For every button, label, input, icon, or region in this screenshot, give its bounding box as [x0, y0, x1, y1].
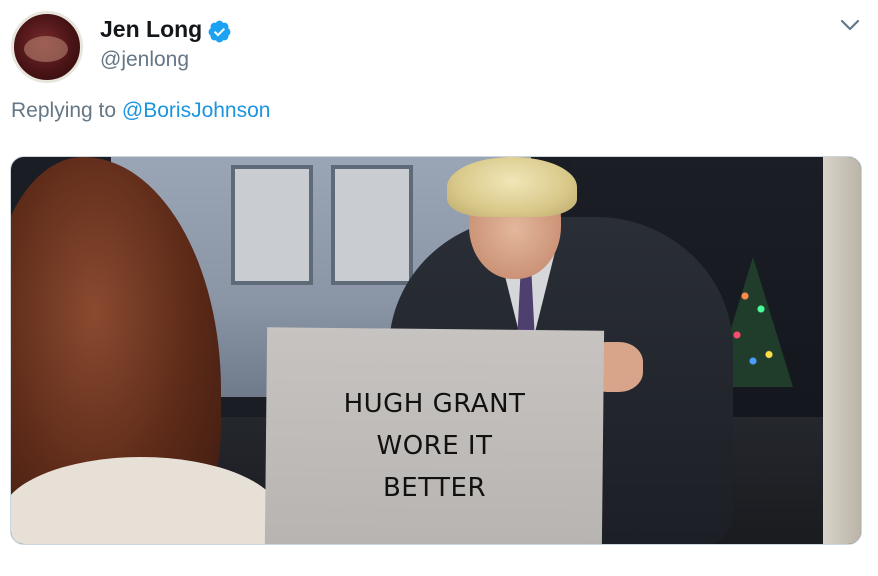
sign-line: BETTER — [382, 473, 487, 503]
tweet-image[interactable]: HUGH GRANT WORE IT BETTER — [10, 156, 862, 545]
sign-text: HUGH GRANT WORE IT BETTER — [266, 383, 603, 509]
author-name[interactable]: Jen Long — [100, 16, 202, 43]
replying-to-line: Replying to @BorisJohnson — [11, 99, 270, 123]
chevron-down-icon[interactable] — [840, 18, 860, 32]
pillar — [823, 157, 861, 544]
verified-badge-icon — [208, 20, 231, 43]
house-window — [231, 165, 313, 285]
sign-line: WORE IT — [376, 431, 493, 461]
sign-line: HUGH GRANT — [343, 389, 526, 419]
man-hair — [447, 157, 577, 217]
mention-link[interactable]: @BorisJohnson — [122, 99, 271, 122]
house-window — [331, 165, 413, 285]
author-handle[interactable]: @jenlong — [100, 48, 189, 72]
avatar[interactable] — [11, 11, 83, 83]
replying-prefix: Replying to — [11, 99, 117, 122]
